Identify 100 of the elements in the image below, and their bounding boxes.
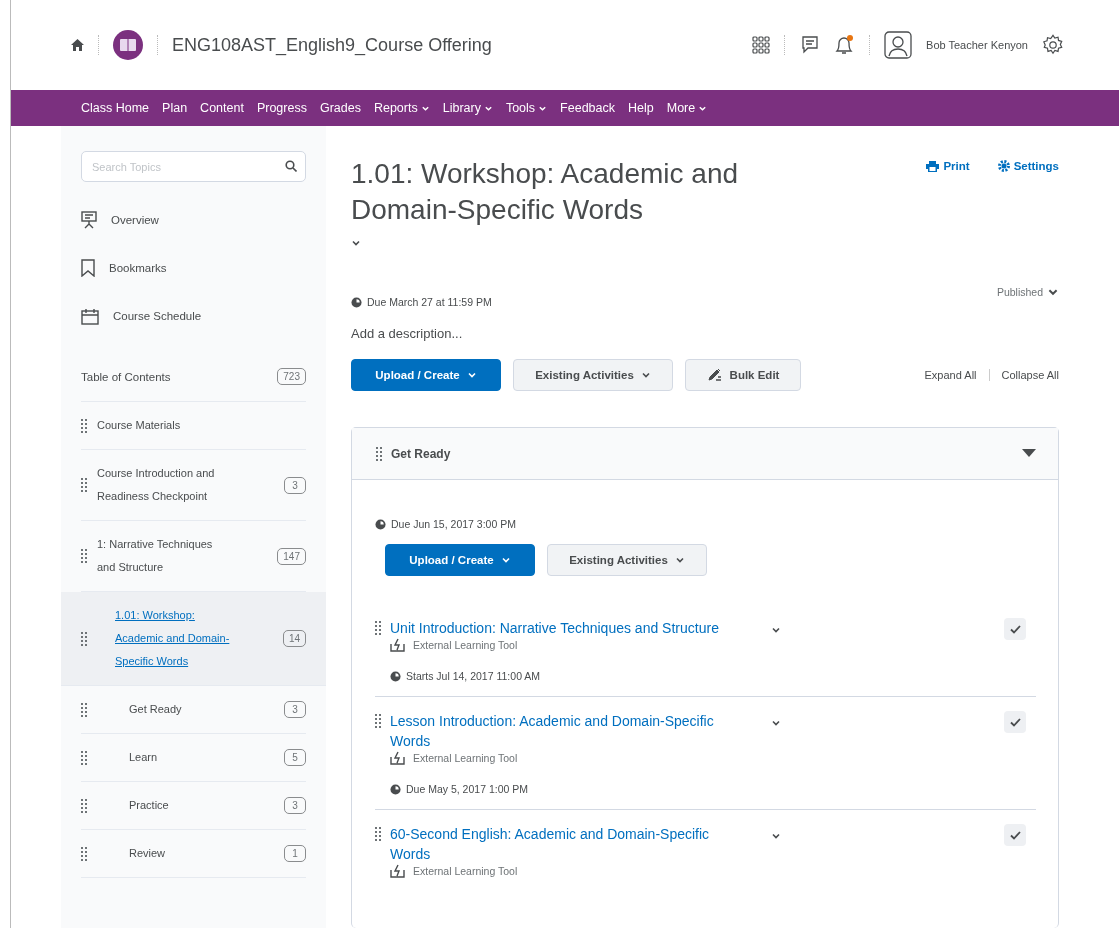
nav-link[interactable]: Class Home xyxy=(81,101,150,115)
chevron-down-icon xyxy=(674,555,685,565)
activity-type: External Learning Tool xyxy=(413,752,518,764)
activity-type: External Learning Tool xyxy=(413,639,518,651)
toc-item-label[interactable]: Review xyxy=(129,842,232,865)
user-avatar-icon[interactable] xyxy=(884,31,913,59)
sidebar-link[interactable]: Overview xyxy=(81,196,306,244)
toc-item[interactable]: Practice 3 xyxy=(81,782,306,830)
chat-bubble-icon[interactable] xyxy=(799,35,820,55)
clock-icon xyxy=(390,670,401,682)
sidebar-link[interactable]: Course Schedule xyxy=(81,292,306,340)
visibility-toggle[interactable] xyxy=(1004,618,1026,640)
item-menu-icon xyxy=(771,831,781,841)
existing-activities-button[interactable]: Existing Activities xyxy=(513,359,673,391)
title-expand-icon xyxy=(351,238,361,248)
module-header[interactable]: Get Ready xyxy=(352,428,1058,480)
search-field[interactable]: Search Topics xyxy=(81,151,306,182)
collapse-triangle-icon[interactable] xyxy=(1022,449,1036,458)
drag-handle-icon[interactable] xyxy=(375,621,381,635)
toc-item[interactable]: Course Materials xyxy=(81,402,306,450)
drag-handle-icon[interactable] xyxy=(81,549,87,563)
settings-link[interactable]: Settings xyxy=(997,160,1059,172)
drag-handle-icon[interactable] xyxy=(376,446,382,461)
chevron-down-icon xyxy=(466,370,477,380)
nav-link[interactable]: Help xyxy=(628,101,654,115)
apps-grid-icon[interactable] xyxy=(752,36,771,54)
checkmark-icon xyxy=(1009,717,1021,727)
nav-link[interactable]: Library xyxy=(442,101,493,115)
item-count: 1 xyxy=(284,845,306,862)
toc-item-label[interactable]: Course Introduction and Readiness Checkpoint xyxy=(97,462,232,508)
toc-heading[interactable]: Table of Contents xyxy=(81,370,171,383)
book-logo-icon[interactable] xyxy=(113,30,143,60)
external-tool-icon xyxy=(390,751,405,765)
drag-handle-icon[interactable] xyxy=(81,631,87,646)
nav-link[interactable]: Progress xyxy=(256,101,307,115)
activity-link[interactable]: Unit Introduction: Narrative Techniques and Structure xyxy=(390,618,750,638)
drag-handle-icon[interactable] xyxy=(375,714,381,728)
expand-all-link[interactable]: Expand All xyxy=(924,369,977,381)
nav-link[interactable]: Plan xyxy=(162,101,188,115)
bell-icon[interactable] xyxy=(833,34,856,56)
checkmark-icon xyxy=(1009,624,1021,634)
upload-create-button[interactable]: Upload / Create xyxy=(385,544,535,576)
home-icon[interactable] xyxy=(71,39,84,51)
page-title: 1.01: Workshop: Academic and Domain-Specific Words xyxy=(351,157,740,227)
search-icon[interactable] xyxy=(285,160,297,172)
activity-link[interactable]: Lesson Introduction: Academic and Domain-Specific Words xyxy=(390,711,750,751)
nav-link[interactable]: Feedback xyxy=(560,101,615,115)
clock-icon xyxy=(390,783,401,795)
activity-link[interactable]: 60-Second English: Academic and Domain-Specific Words xyxy=(390,824,750,864)
due-date: Due March 27 at 11:59 PM xyxy=(351,296,492,308)
nav-link[interactable]: Content xyxy=(200,101,244,115)
toc-item-label[interactable]: 1: Narrative Techniques and Structure xyxy=(97,533,232,579)
external-tool-icon xyxy=(390,864,405,878)
toc-item[interactable]: Learn 5 xyxy=(81,734,306,782)
status-dropdown[interactable]: Published xyxy=(996,286,1059,298)
toc-item-label[interactable]: Learn xyxy=(129,746,232,769)
item-menu-icon xyxy=(771,718,781,728)
item-count: 3 xyxy=(284,476,306,494)
upload-create-button[interactable]: Upload / Create xyxy=(351,359,501,391)
drag-handle-icon[interactable] xyxy=(81,418,87,433)
drag-handle-icon[interactable] xyxy=(81,702,87,717)
presentation-board-icon xyxy=(81,211,97,229)
nav-link[interactable]: Grades xyxy=(319,101,361,115)
user-name[interactable]: Bob Teacher Kenyon xyxy=(926,39,1028,51)
activity-type: External Learning Tool xyxy=(413,865,518,877)
existing-activities-button[interactable]: Existing Activities xyxy=(547,544,707,576)
drag-handle-icon[interactable] xyxy=(81,750,87,765)
bookmark-icon xyxy=(81,259,95,277)
toc-item[interactable]: Get Ready 3 xyxy=(81,686,306,734)
item-count: 3 xyxy=(284,797,306,814)
drag-handle-icon[interactable] xyxy=(81,846,87,861)
drag-handle-icon[interactable] xyxy=(81,798,87,813)
gear-icon xyxy=(997,160,1010,172)
toc-item[interactable]: Course Introduction and Readiness Checkpoint 3 xyxy=(81,450,306,521)
collapse-all-link[interactable]: Collapse All xyxy=(1001,369,1059,381)
activity-date: Due May 5, 2017 1:00 PM xyxy=(390,783,750,795)
toc-item[interactable]: Review 1 xyxy=(81,830,306,878)
selected-toc-item[interactable]: 1.01: Workshop: Academic and Domain-Specific Words 14 xyxy=(61,592,326,686)
sidebar-link[interactable]: Bookmarks xyxy=(81,244,306,292)
external-tool-icon xyxy=(390,638,405,652)
toc-item-label[interactable]: Course Materials xyxy=(97,414,232,437)
print-link[interactable]: Print xyxy=(926,160,970,172)
nav-link[interactable]: Tools xyxy=(505,101,548,115)
item-count: 5 xyxy=(284,749,306,766)
nav-link[interactable]: More xyxy=(666,101,708,115)
drag-handle-icon[interactable] xyxy=(375,827,381,841)
toc-item-label[interactable]: 1.01: Workshop: Academic and Domain-Specific Words xyxy=(115,604,232,673)
bulk-edit-button[interactable]: Bulk Edit xyxy=(685,359,801,391)
chevron-down-icon xyxy=(500,555,511,565)
clock-icon xyxy=(375,518,386,530)
toc-item-label[interactable]: Get Ready xyxy=(129,698,232,721)
nav-link[interactable]: Reports xyxy=(373,101,430,115)
description-field[interactable]: Add a description... xyxy=(351,326,1059,341)
drag-handle-icon[interactable] xyxy=(81,478,87,492)
visibility-toggle[interactable] xyxy=(1004,824,1026,846)
module-title: Get Ready xyxy=(391,446,452,461)
item-count: 3 xyxy=(284,701,306,718)
settings-icon[interactable] xyxy=(1042,34,1064,56)
visibility-toggle[interactable] xyxy=(1004,711,1026,733)
toc-item-label[interactable]: Practice xyxy=(129,794,232,817)
